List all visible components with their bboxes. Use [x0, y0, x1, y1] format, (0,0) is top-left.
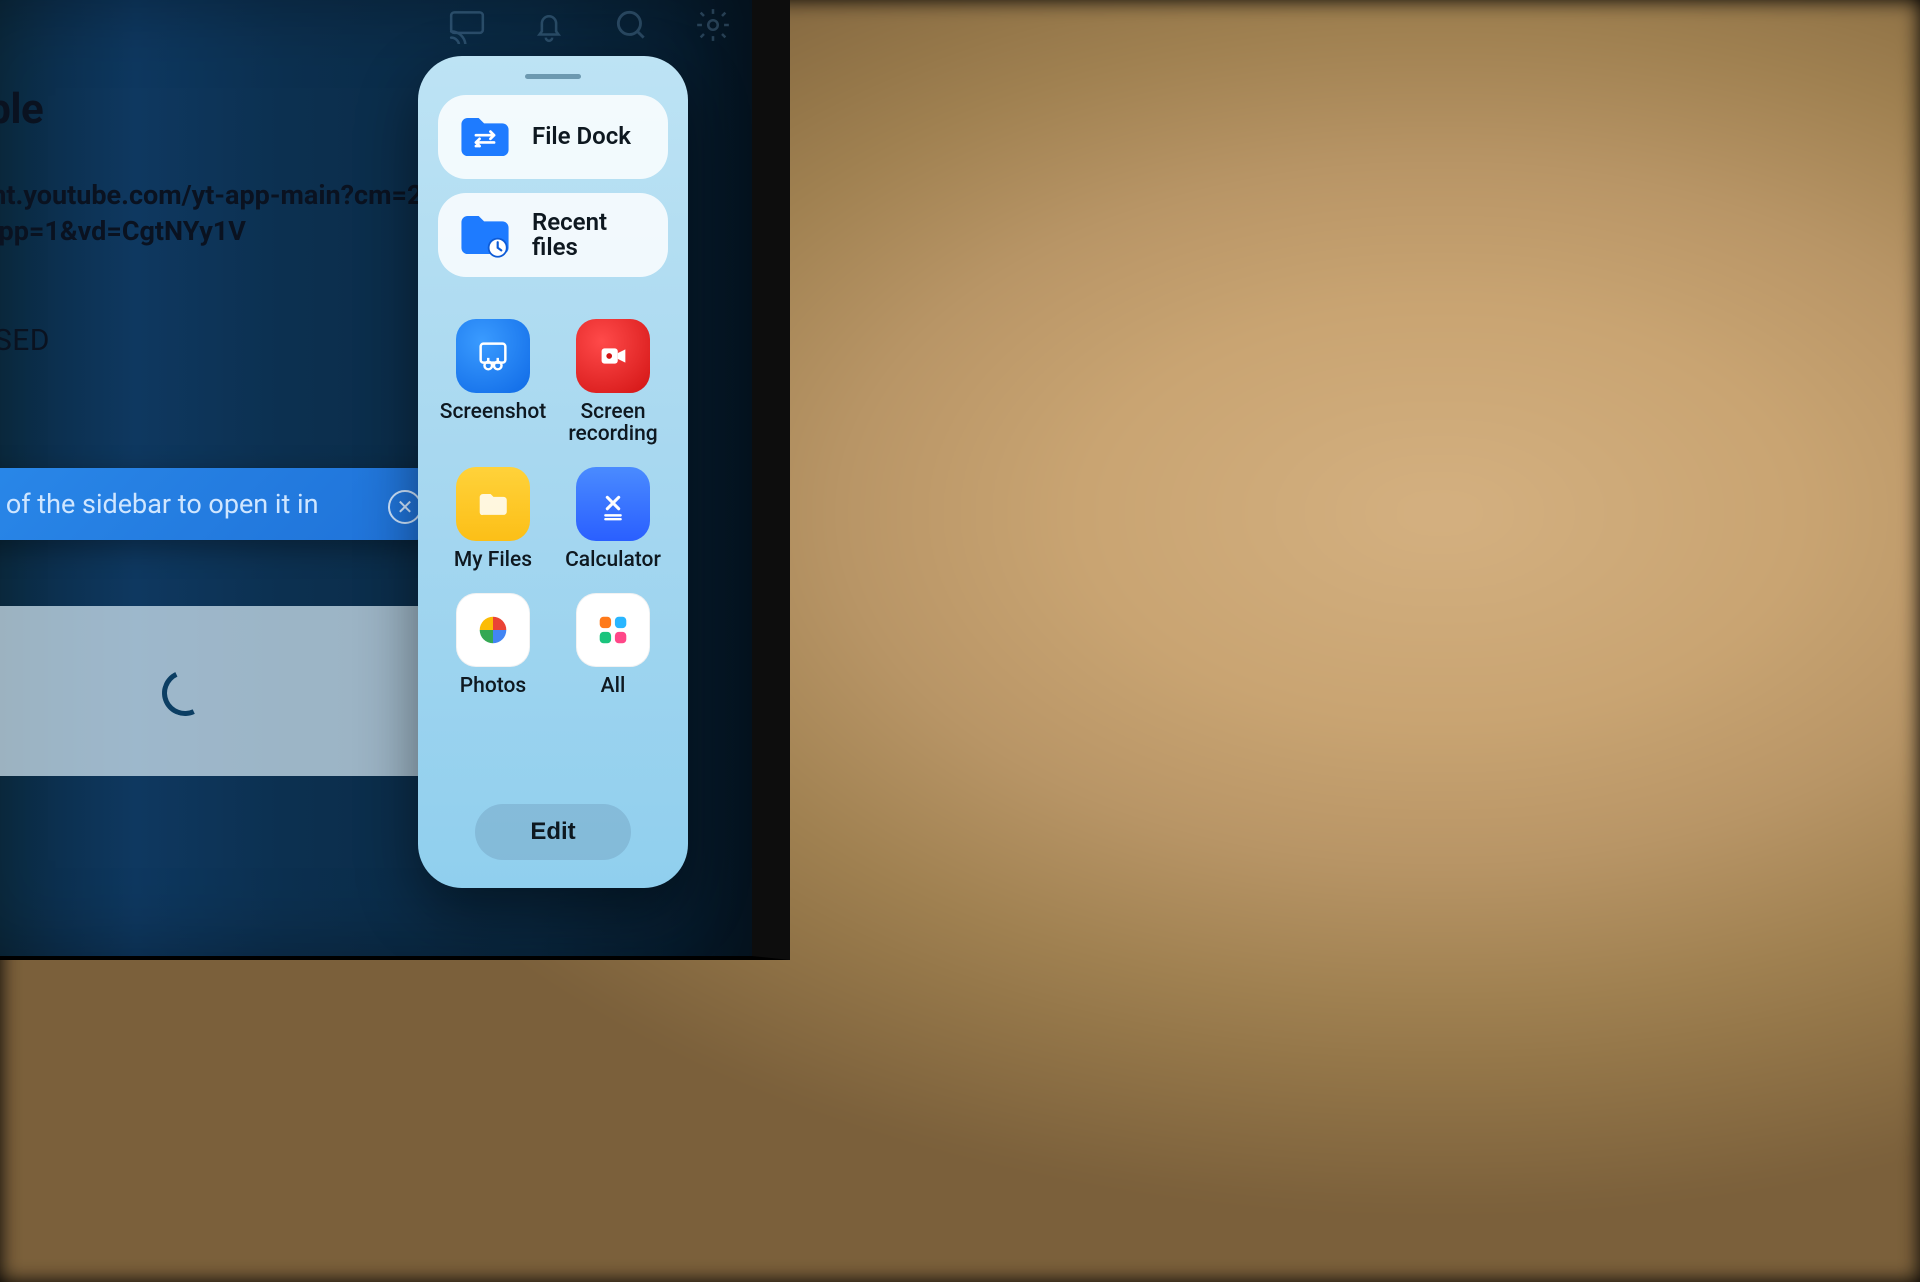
tile-label: File Dock — [532, 124, 631, 149]
tile-label: Recent files — [532, 210, 650, 260]
cell-my-files[interactable]: My Files — [438, 467, 548, 571]
drag-handle[interactable] — [525, 74, 581, 79]
cell-label: My Files — [454, 549, 532, 571]
folder-clock-icon — [456, 209, 514, 261]
tile-file-dock[interactable]: File Dock — [438, 95, 668, 179]
cell-label: Photos — [460, 675, 526, 697]
cell-label: Calculator — [565, 549, 661, 571]
status-bar — [448, 6, 732, 48]
apps-grid-icon — [576, 593, 650, 667]
hint-text: out of the sidebar to open it in — [0, 488, 318, 520]
sidebar-grid: Screenshot Screen recording My Files — [438, 319, 668, 697]
screenshot-icon — [456, 319, 530, 393]
close-icon[interactable]: ✕ — [388, 490, 422, 524]
cell-label: Screenshot — [440, 401, 546, 423]
tile-recent-files[interactable]: Recent files — [438, 193, 668, 277]
folder-icon — [456, 467, 530, 541]
folder-swap-icon — [456, 111, 514, 163]
edit-button[interactable]: Edit — [475, 804, 631, 860]
loading-card — [0, 606, 450, 776]
cell-calculator[interactable]: Calculator — [558, 467, 668, 571]
cell-label: All — [601, 675, 626, 697]
tablet-screen: available s://consent.youtube.com/yt-app… — [0, 0, 790, 960]
camcorder-icon — [576, 319, 650, 393]
pinwheel-icon — [456, 593, 530, 667]
bell-icon[interactable] — [530, 6, 568, 48]
cell-all[interactable]: All — [558, 593, 668, 697]
spinner-icon — [156, 664, 215, 723]
cell-screenshot[interactable]: Screenshot — [438, 319, 548, 445]
cast-icon[interactable] — [448, 6, 486, 48]
cell-label: Screen recording — [558, 401, 668, 445]
search-icon[interactable] — [612, 6, 650, 48]
calculator-icon — [576, 467, 650, 541]
cell-screen-recording[interactable]: Screen recording — [558, 319, 668, 445]
cell-photos[interactable]: Photos — [438, 593, 548, 697]
sidebar: File Dock Recent files — [418, 56, 688, 888]
hint-tooltip: out of the sidebar to open it in ✕ — [0, 468, 440, 540]
settings-icon[interactable] — [694, 6, 732, 48]
